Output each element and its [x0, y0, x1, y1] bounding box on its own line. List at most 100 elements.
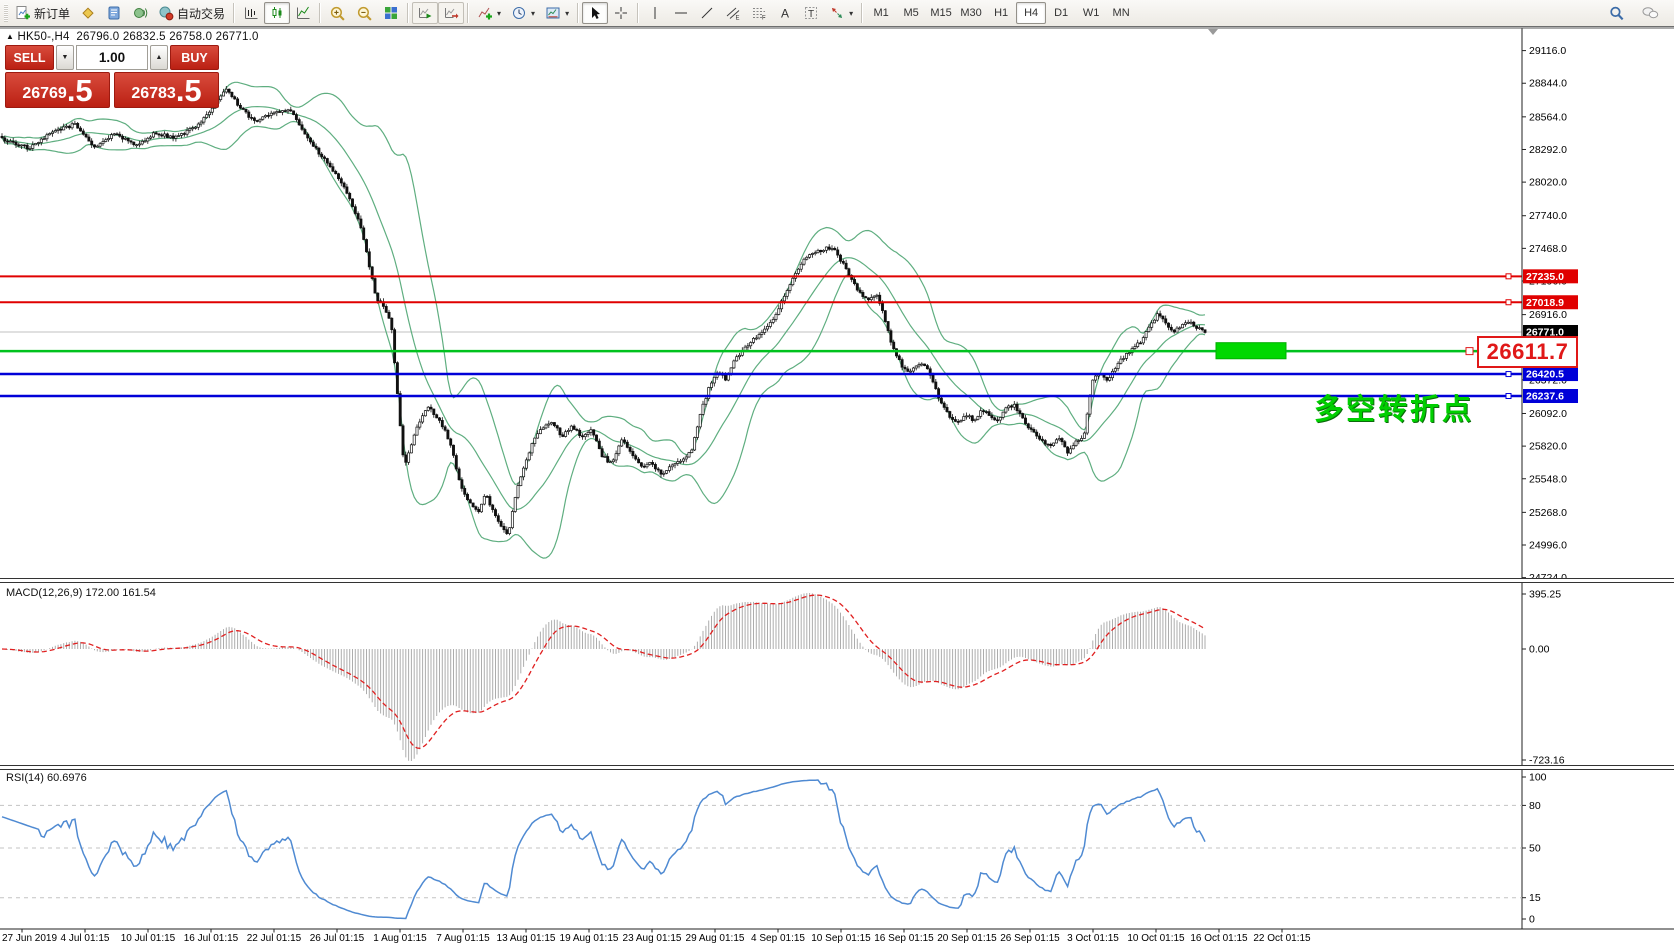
chart-canvas[interactable]: 29116.028844.028564.028292.028020.027740…	[0, 0, 1674, 947]
fibonacci-button[interactable]: F	[746, 2, 772, 24]
sell-price-int: 26769	[22, 83, 67, 105]
tab-timeframe-h4[interactable]: H4	[1016, 2, 1046, 24]
rsi-name: RSI(14)	[6, 772, 44, 784]
svg-text:22 Oct 01:15: 22 Oct 01:15	[1253, 933, 1311, 944]
zoom-in-button[interactable]	[324, 2, 351, 24]
auto-scroll-button[interactable]	[412, 2, 438, 24]
tab-timeframe-m1[interactable]: M1	[866, 2, 896, 24]
price-axis[interactable]: 29116.028844.028564.028292.028020.027740…	[1522, 28, 1567, 929]
resistance-line-1-price-label[interactable]: 27235.0	[1523, 269, 1578, 283]
buy-price-button[interactable]: 26783.5	[114, 72, 219, 108]
support-line-2-handle[interactable]	[1506, 394, 1511, 399]
separator	[861, 3, 863, 23]
highlight-zone[interactable]	[1216, 343, 1286, 359]
channel-button[interactable]: E	[720, 2, 746, 24]
macd-axis-tick: 395.25	[1529, 589, 1561, 601]
chart-shift-marker-icon[interactable]	[1208, 29, 1218, 35]
chinese-note-text[interactable]: 多空转折点	[1314, 386, 1474, 428]
zoom-out-button[interactable]	[351, 2, 378, 24]
resistance-line-2-handle[interactable]	[1506, 300, 1511, 305]
svg-text:28292.0: 28292.0	[1529, 144, 1567, 156]
tab-timeframe-w1[interactable]: W1	[1076, 2, 1106, 24]
volume-increase-button[interactable]: ▲	[150, 45, 168, 70]
channel-icon: E	[725, 5, 741, 21]
crosshair-button[interactable]	[608, 2, 634, 24]
volume-input[interactable]: 1.00	[76, 45, 148, 70]
svg-text:23 Aug 01:15: 23 Aug 01:15	[623, 933, 682, 944]
search-button[interactable]	[1603, 2, 1630, 24]
svg-text:26420.5: 26420.5	[1526, 369, 1564, 381]
separator	[407, 3, 409, 23]
cursor-button[interactable]	[582, 2, 608, 24]
new-order-button[interactable]: 新订单	[10, 2, 75, 24]
alerts-button[interactable]	[127, 2, 153, 24]
macd-main-value: 172.00	[85, 587, 119, 599]
bar-chart-button[interactable]	[238, 2, 264, 24]
time-axis[interactable]: 27 Jun 20194 Jul 01:1510 Jul 01:1516 Jul…	[2, 929, 1311, 944]
trendline-button[interactable]	[694, 2, 720, 24]
separator	[467, 3, 469, 23]
rsi-axis-tick: 15	[1529, 892, 1541, 904]
mt4-window: 新订单 自动交易 ▾ ▾ ▾	[0, 0, 1674, 947]
chart-shift-button[interactable]	[438, 2, 464, 24]
resistance-line-2-price-label[interactable]: 27018.9	[1523, 295, 1578, 309]
resistance-line-1-handle[interactable]	[1506, 274, 1511, 279]
line-chart-button[interactable]	[290, 2, 316, 24]
callout-anchor[interactable]	[1466, 348, 1473, 355]
candlestick-chart-button[interactable]	[264, 2, 290, 24]
template-icon	[545, 5, 561, 21]
symbol-ohlc-header: ▲ HK50-,H4 26796.0 26832.5 26758.0 26771…	[6, 31, 259, 43]
volume-decrease-button[interactable]: ▼	[56, 45, 74, 70]
symbol-name: HK50-,H4	[18, 31, 70, 43]
tab-timeframe-m30[interactable]: M30	[956, 2, 986, 24]
indicators-button[interactable]: ▾	[472, 2, 506, 24]
buy-button[interactable]: BUY	[170, 45, 219, 70]
search-icon	[1608, 5, 1625, 22]
macd-signal-value: 161.54	[122, 587, 156, 599]
sell-button[interactable]: SELL	[5, 45, 54, 70]
collapse-arrow-icon[interactable]: ▲	[6, 32, 14, 41]
terminal-button[interactable]	[101, 2, 127, 24]
tab-timeframe-h1[interactable]: H1	[986, 2, 1016, 24]
support-line-1-handle[interactable]	[1506, 372, 1511, 377]
svg-text:25268.0: 25268.0	[1529, 507, 1567, 519]
svg-text:29 Aug 01:15: 29 Aug 01:15	[686, 933, 745, 944]
tab-timeframe-m15[interactable]: M15	[926, 2, 956, 24]
macd-signal-line	[2, 595, 1205, 748]
svg-text:28020.0: 28020.0	[1529, 177, 1567, 189]
auto-trading-button[interactable]: 自动交易	[153, 2, 230, 24]
periods-button[interactable]: ▾	[506, 2, 540, 24]
toolbar-grip[interactable]	[4, 4, 8, 22]
rsi-axis-tick: 0	[1529, 914, 1535, 926]
text-button[interactable]: A	[772, 2, 798, 24]
sell-price-button[interactable]: 26769.5	[5, 72, 110, 108]
svg-text:A: A	[781, 7, 789, 21]
text-label-button[interactable]: T	[798, 2, 824, 24]
support-line-1-price-label[interactable]: 26420.5	[1523, 367, 1578, 381]
bollinger-lower	[2, 122, 1205, 559]
svg-text:25548.0: 25548.0	[1529, 473, 1567, 485]
svg-text:1 Aug 01:15: 1 Aug 01:15	[373, 933, 427, 944]
svg-text:16 Oct 01:15: 16 Oct 01:15	[1190, 933, 1248, 944]
tile-windows-button[interactable]	[378, 2, 404, 24]
rsi-panel	[0, 780, 1522, 919]
tab-timeframe-m5[interactable]: M5	[896, 2, 926, 24]
tab-timeframe-mn[interactable]: MN	[1106, 2, 1136, 24]
auto-scroll-icon	[417, 5, 433, 21]
price-callout-label[interactable]: 26611.7	[1477, 336, 1578, 368]
vertical-line-button[interactable]	[642, 2, 668, 24]
svg-text:10 Sep 01:15: 10 Sep 01:15	[811, 933, 871, 944]
svg-text:3 Oct 01:15: 3 Oct 01:15	[1067, 933, 1119, 944]
spinner-up-icon: ▲	[156, 54, 163, 61]
support-line-2-price-label[interactable]: 26237.6	[1523, 389, 1578, 403]
arrows-button[interactable]: ▾	[824, 2, 858, 24]
svg-text:22 Jul 01:15: 22 Jul 01:15	[247, 933, 302, 944]
market-watch-button[interactable]	[75, 2, 101, 24]
horizontal-line-button[interactable]	[668, 2, 694, 24]
chat-button[interactable]	[1636, 2, 1664, 24]
buy-price-int: 26783	[131, 83, 176, 105]
panel-splitter-rsi[interactable]	[0, 765, 1674, 770]
panel-splitter-macd[interactable]	[0, 578, 1674, 583]
tab-timeframe-d1[interactable]: D1	[1046, 2, 1076, 24]
templates-button[interactable]: ▾	[540, 2, 574, 24]
